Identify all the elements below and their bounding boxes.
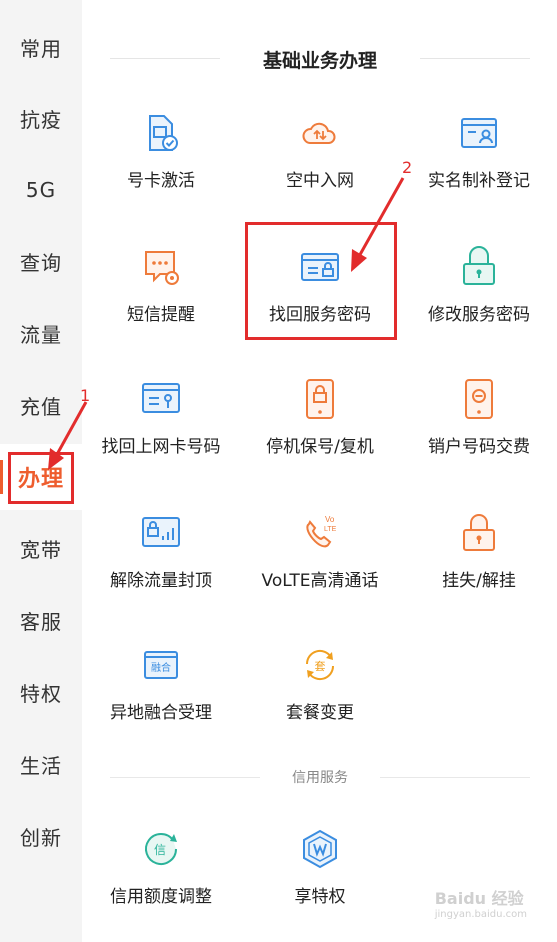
service-sim-activation[interactable]: 号卡激活 (86, 112, 236, 191)
sidebar-item-shenghuo[interactable]: 生活 (0, 744, 82, 784)
service-label: 信用额度调整 (110, 887, 212, 907)
service-realname-register[interactable]: 实名制补登记 (404, 112, 554, 191)
service-label: 号卡激活 (127, 171, 195, 191)
sidebar-item-chuangxin[interactable]: 创新 (0, 816, 82, 856)
sidebar-item-changyong[interactable]: 常用 (0, 27, 82, 67)
sidebar-item-tequan[interactable]: 特权 (0, 672, 82, 712)
sidebar-item-kefu[interactable]: 客服 (0, 600, 82, 640)
service-suspend-resume[interactable]: 停机保号/复机 (245, 378, 395, 457)
service-label: 套餐变更 (286, 703, 354, 723)
data-signal-icon (142, 517, 180, 547)
svg-text:融合: 融合 (151, 661, 171, 674)
watermark-text: Baidu 经验 (434, 889, 524, 908)
svg-text:LTE: LTE (324, 526, 337, 533)
sidebar-item-chongzhi[interactable]: 充值 (0, 385, 82, 425)
service-label: 停机保号/复机 (266, 437, 374, 457)
package-change-icon: 套 (305, 649, 335, 681)
sidebar-item-5g[interactable]: 5G (0, 170, 82, 210)
service-sms-reminder[interactable]: 短信提醒 (86, 246, 236, 325)
service-package-change[interactable]: 套 套餐变更 (245, 644, 395, 723)
service-label: 空中入网 (286, 171, 354, 191)
service-label: 挂失/解挂 (442, 571, 516, 591)
sidebar-item-kuandai[interactable]: 宽带 (0, 528, 82, 568)
svg-text:套: 套 (315, 660, 326, 673)
card-key-icon (142, 383, 180, 413)
service-credit-limit[interactable]: 信 信用额度调整 (86, 828, 236, 907)
service-closed-account-payment[interactable]: 销户号码交费 (404, 378, 554, 457)
padlock-icon (463, 246, 495, 285)
watermark-sub: jingyan.baidu.com (434, 909, 527, 920)
annotation-box-1 (8, 452, 74, 504)
sidebar-item-kangyi[interactable]: 抗疫 (0, 98, 82, 138)
service-report-loss[interactable]: 挂失/解挂 (404, 512, 554, 591)
section-credit-header: 信用服务 (110, 762, 530, 792)
service-air-network[interactable]: 空中入网 (245, 112, 395, 191)
annotation-arrows (48, 177, 405, 470)
svg-text:Vo: Vo (325, 515, 335, 524)
cloud-upload-icon (302, 122, 336, 144)
service-remove-data-cap[interactable]: 解除流量封顶 (86, 512, 236, 591)
watermark: Baidu 经验 jingyan.baidu.com (435, 885, 527, 920)
service-label: 找回上网卡号码 (101, 437, 221, 457)
svg-text:信: 信 (154, 843, 166, 857)
phone-minus-icon (465, 379, 493, 419)
section-basic-title: 基础业务办理 (262, 49, 377, 72)
service-privilege[interactable]: 享特权 (245, 828, 395, 907)
service-recover-datacard[interactable]: 找回上网卡号码 (86, 378, 236, 457)
privilege-hex-icon (303, 829, 337, 869)
service-label: 销户号码交费 (428, 437, 530, 457)
sidebar-item-chaxun[interactable]: 查询 (0, 241, 82, 281)
service-label: 实名制补登记 (428, 171, 530, 191)
service-label: 享特权 (294, 887, 346, 907)
annotation-box-2 (245, 222, 397, 340)
lock-report-icon (463, 514, 495, 551)
service-volte[interactable]: Vo LTE VoLTE高清通话 (245, 512, 395, 591)
section-credit-title: 信用服务 (292, 770, 348, 786)
service-change-password[interactable]: 修改服务密码 (404, 246, 554, 325)
active-indicator (0, 460, 3, 494)
section-basic-header: 基础业务办理 (110, 44, 530, 74)
service-remote-merge[interactable]: 融合 异地融合受理 (86, 644, 236, 723)
service-label: 修改服务密码 (428, 305, 530, 325)
credit-circle-icon: 信 (145, 833, 177, 865)
service-label: 异地融合受理 (110, 703, 212, 723)
volte-phone-icon: Vo LTE (306, 515, 337, 548)
sim-card-check-icon (149, 115, 178, 151)
merge-card-icon: 融合 (144, 651, 178, 679)
id-card-icon (461, 118, 497, 148)
sidebar-item-liuliang[interactable]: 流量 (0, 313, 82, 353)
service-label: VoLTE高清通话 (261, 571, 379, 591)
service-label: 短信提醒 (127, 305, 195, 325)
sms-gear-icon (145, 251, 179, 285)
phone-lock-icon (306, 379, 334, 419)
service-label: 解除流量封顶 (110, 571, 212, 591)
